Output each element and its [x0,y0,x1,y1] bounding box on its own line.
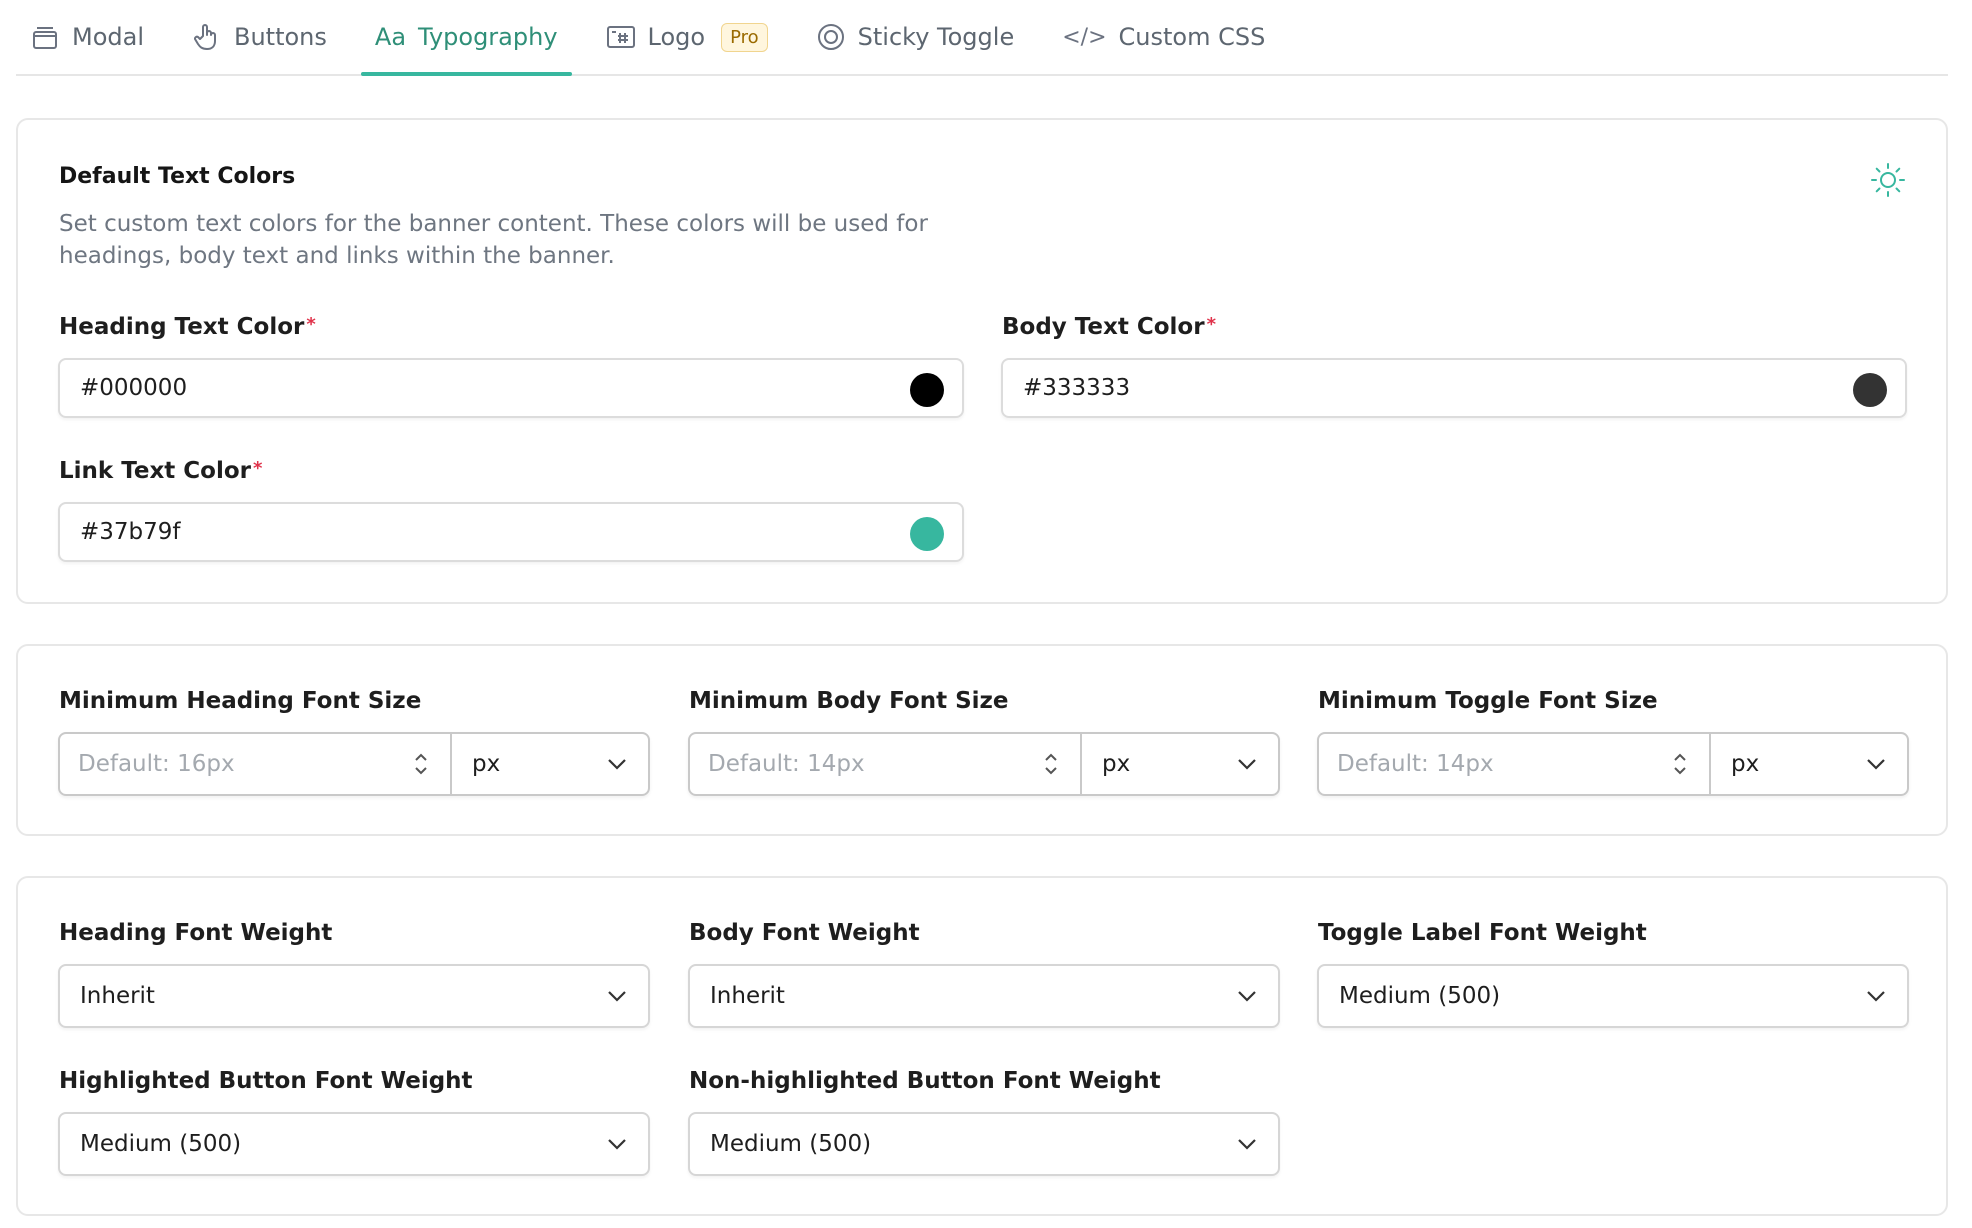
pointer-hand-icon [192,22,222,52]
stepper-arrows-icon[interactable] [1671,750,1689,778]
select-value: Inherit [80,983,155,1009]
window-stack-icon [30,22,60,52]
tab-sticky-toggle[interactable]: Sticky Toggle [802,0,1029,74]
body-font-weight-label: Body Font Weight [689,920,920,946]
non-highlighted-button-font-weight-label: Non-highlighted Button Font Weight [689,1068,1161,1094]
tab-buttons[interactable]: Buttons [178,0,341,74]
image-grid-icon [606,22,636,52]
chevron-down-icon [608,759,626,770]
toggle-label-font-weight-select[interactable]: Medium (500) [1317,964,1909,1028]
select-value: Medium (500) [710,1131,872,1157]
tab-logo[interactable]: Logo Pro [592,0,782,74]
tab-modal[interactable]: Modal [16,0,158,74]
unit-value: px [1102,751,1131,777]
select-value: Medium (500) [1339,983,1501,1009]
highlighted-button-font-weight-select[interactable]: Medium (500) [58,1112,650,1176]
min-body-font-size-field: Default: 14px px [688,732,1280,796]
stepper-arrows-icon[interactable] [412,750,430,778]
tab-label: Typography [418,23,558,51]
unit-select[interactable]: px [452,734,648,794]
tab-label: Buttons [234,23,327,51]
unit-value: px [1731,751,1760,777]
chevron-down-icon [1867,759,1885,770]
chevron-down-icon [1867,991,1885,1002]
chevron-down-icon [608,991,626,1002]
input-placeholder: Default: 16px [78,751,235,777]
link-text-color-label: Link Text Color * [59,458,262,484]
tab-bar: Modal Buttons Aa Typography Logo Pro Sti… [16,0,1948,76]
select-value: Inherit [710,983,785,1009]
target-icon [816,22,846,52]
sun-icon[interactable] [1870,162,1906,198]
tab-label: Sticky Toggle [857,23,1015,51]
typography-icon: Aa [374,23,407,51]
min-toggle-font-size-input[interactable]: Default: 14px [1319,734,1711,794]
highlighted-button-font-weight-label: Highlighted Button Font Weight [59,1068,473,1094]
toggle-label-font-weight-label: Toggle Label Font Weight [1318,920,1647,946]
pro-badge: Pro [721,22,768,52]
min-body-font-size-input[interactable]: Default: 14px [690,734,1082,794]
color-swatch[interactable] [1853,373,1887,407]
font-sizes-card: Minimum Heading Font Size Default: 16px … [16,644,1948,836]
tab-label: Logo [647,23,706,51]
label-text: Body Text Color [1002,314,1205,340]
tab-label: Custom CSS [1118,23,1266,51]
color-value: #37b79f [80,519,181,545]
heading-font-weight-label: Heading Font Weight [59,920,333,946]
code-icon: </> [1062,24,1107,50]
chevron-down-icon [608,1139,626,1150]
default-text-colors-card: Default Text Colors Set custom text colo… [16,118,1948,604]
link-text-color-input[interactable]: #37b79f [58,502,964,562]
min-heading-font-size-field: Default: 16px px [58,732,650,796]
tab-label: Modal [72,23,144,51]
min-body-font-size-label: Minimum Body Font Size [689,688,1009,714]
heading-text-color-input[interactable]: #000000 [58,358,964,418]
color-value: #333333 [1023,375,1131,401]
tab-custom-css[interactable]: </> Custom CSS [1048,0,1279,74]
required-marker: * [306,314,316,335]
chevron-down-icon [1238,1139,1256,1150]
required-marker: * [1206,314,1216,335]
body-text-color-label: Body Text Color * [1002,314,1216,340]
input-placeholder: Default: 14px [1337,751,1494,777]
color-value: #000000 [80,375,188,401]
min-toggle-font-size-label: Minimum Toggle Font Size [1318,688,1658,714]
heading-font-weight-select[interactable]: Inherit [58,964,650,1028]
unit-value: px [472,751,501,777]
chevron-down-icon [1238,759,1256,770]
min-toggle-font-size-field: Default: 14px px [1317,732,1909,796]
font-weights-card: Heading Font Weight Inherit Body Font We… [16,876,1948,1216]
select-value: Medium (500) [80,1131,242,1157]
heading-text-color-label: Heading Text Color * [59,314,316,340]
color-swatch[interactable] [910,373,944,407]
min-heading-font-size-input[interactable]: Default: 16px [60,734,452,794]
body-text-color-input[interactable]: #333333 [1001,358,1907,418]
unit-select[interactable]: px [1082,734,1278,794]
chevron-down-icon [1238,991,1256,1002]
min-heading-font-size-label: Minimum Heading Font Size [59,688,422,714]
card-description: Set custom text colors for the banner co… [59,211,928,269]
non-highlighted-button-font-weight-select[interactable]: Medium (500) [688,1112,1280,1176]
label-text: Link Text Color [59,458,251,484]
typography-settings-page: Modal Buttons Aa Typography Logo Pro Sti… [0,0,1972,1228]
required-marker: * [253,458,263,479]
input-placeholder: Default: 14px [708,751,865,777]
stepper-arrows-icon[interactable] [1042,750,1060,778]
color-swatch[interactable] [910,517,944,551]
tab-typography[interactable]: Aa Typography [360,0,572,76]
body-font-weight-select[interactable]: Inherit [688,964,1280,1028]
unit-select[interactable]: px [1711,734,1907,794]
card-title: Default Text Colors [59,164,296,189]
label-text: Heading Text Color [59,314,305,340]
